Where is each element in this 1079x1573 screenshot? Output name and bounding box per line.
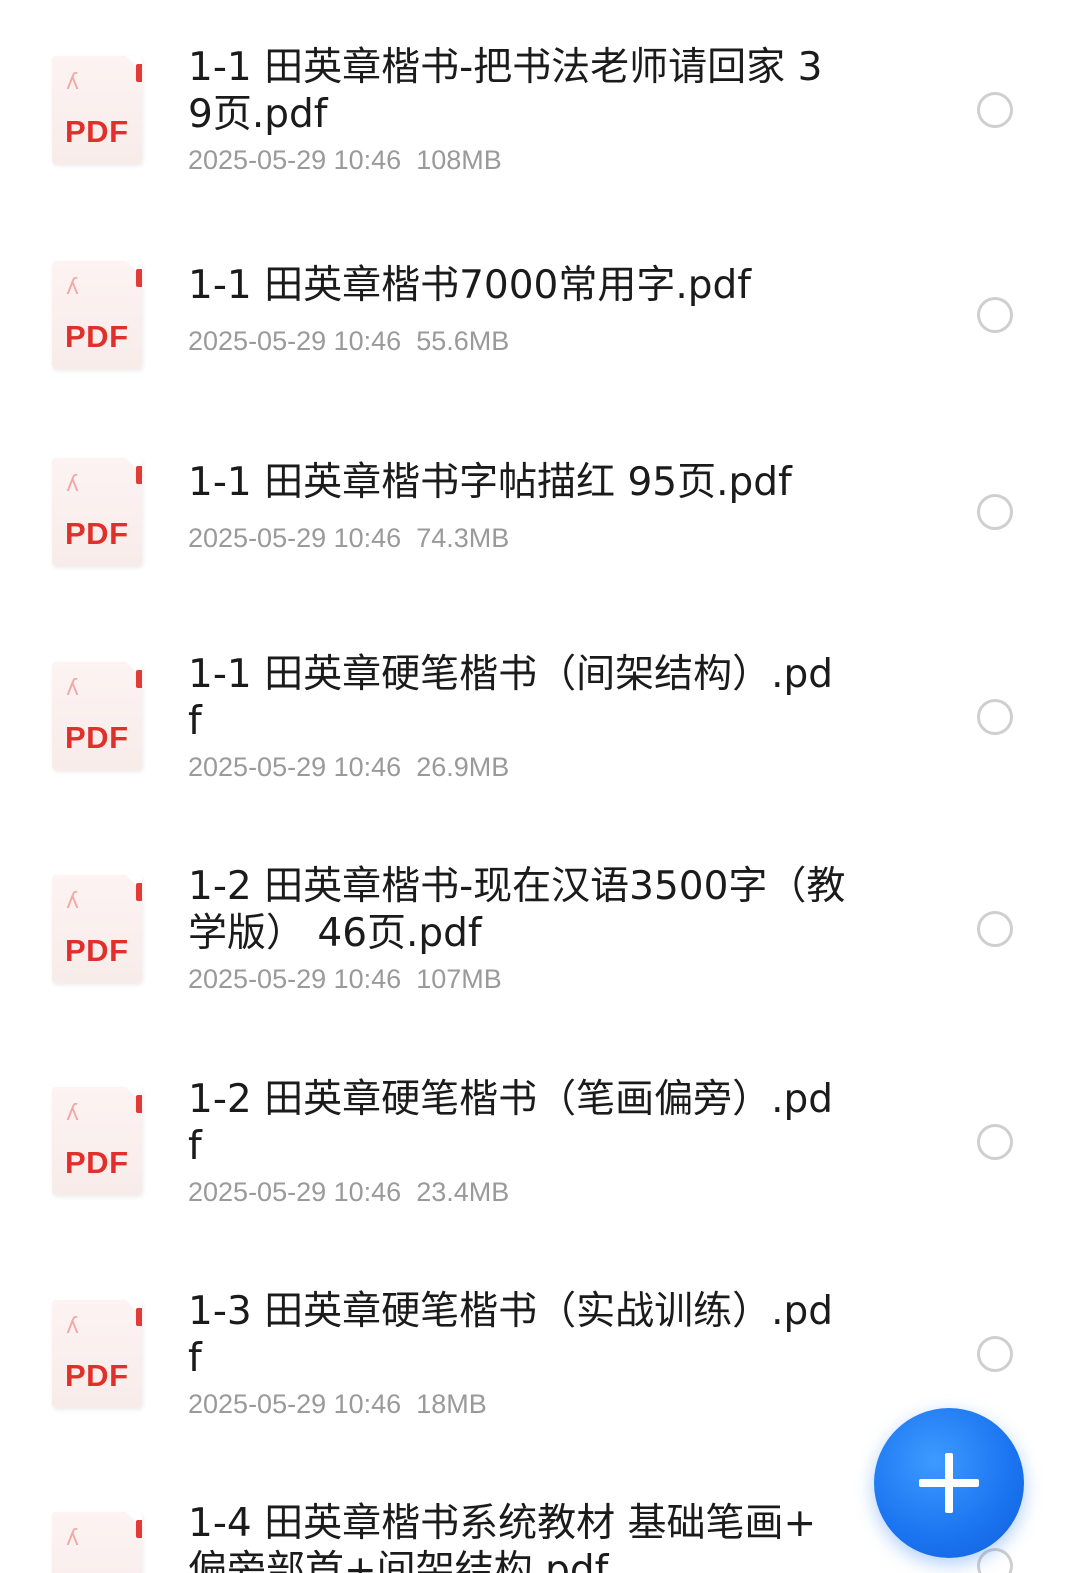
pdf-file-icon: ʎ PDF — [52, 56, 142, 164]
file-name: 1-1 田英章硬笔楷书（间架结构）.pd f — [188, 652, 834, 744]
file-size: 74.3MB — [416, 523, 510, 553]
selection-circle-icon[interactable] — [977, 911, 1013, 947]
add-button[interactable] — [874, 1408, 1024, 1558]
pdf-file-icon: ʎ PDF — [52, 875, 142, 983]
selection-circle-icon[interactable] — [977, 297, 1013, 333]
file-name: 1-4 田英章楷书系统教材 基础笔画+ 偏旁部首+间架结构.pdf — [188, 1501, 817, 1573]
file-list: ʎ PDF 1-1 田英章楷书-把书法老师请回家 3 9页.pdf 2025-0… — [0, 0, 1079, 1573]
file-meta: 2025-05-29 10:46 18MB — [188, 1389, 487, 1420]
file-name: 1-1 田英章楷书字帖描红 95页.pdf — [188, 460, 792, 505]
selection-circle-icon[interactable] — [977, 1124, 1013, 1160]
file-size: 107MB — [416, 964, 502, 994]
file-name: 1-2 田英章楷书-现在汉语3500字（教 学版） 46页.pdf — [188, 864, 846, 956]
pdf-file-icon: ʎ PDF — [52, 1512, 142, 1573]
file-meta: 2025-05-29 10:46 74.3MB — [188, 523, 509, 554]
file-meta: 2025-05-29 10:46 23.4MB — [188, 1177, 509, 1208]
file-name: 1-1 田英章楷书7000常用字.pdf — [188, 263, 751, 308]
pdf-icon-label: PDF — [65, 114, 129, 149]
file-date: 2025-05-29 10:46 — [188, 752, 402, 782]
selection-circle-icon[interactable] — [977, 1336, 1013, 1372]
selection-circle-icon[interactable] — [977, 1548, 1013, 1573]
file-date: 2025-05-29 10:46 — [188, 145, 402, 175]
selection-circle-icon[interactable] — [977, 699, 1013, 735]
pdf-icon-label: PDF — [65, 319, 129, 354]
pdf-icon-label: PDF — [65, 1145, 129, 1180]
selection-circle-icon[interactable] — [977, 494, 1013, 530]
selection-circle-icon[interactable] — [977, 92, 1013, 128]
file-size: 26.9MB — [416, 752, 510, 782]
pdf-icon-label: PDF — [65, 720, 129, 755]
pdf-icon-label: PDF — [65, 1358, 129, 1393]
file-meta: 2025-05-29 10:46 55.6MB — [188, 326, 509, 357]
pdf-icon-label: PDF — [65, 516, 129, 551]
file-date: 2025-05-29 10:46 — [188, 326, 402, 356]
file-name: 1-3 田英章硬笔楷书（实战训练）.pd f — [188, 1289, 834, 1381]
file-size: 18MB — [416, 1389, 487, 1419]
file-meta: 2025-05-29 10:46 108MB — [188, 145, 502, 176]
file-meta: 2025-05-29 10:46 107MB — [188, 964, 502, 995]
file-name: 1-1 田英章楷书-把书法老师请回家 3 9页.pdf — [188, 45, 823, 137]
file-date: 2025-05-29 10:46 — [188, 523, 402, 553]
pdf-file-icon: ʎ PDF — [52, 662, 142, 770]
pdf-icon-label: PDF — [65, 933, 129, 968]
file-meta: 2025-05-29 10:46 26.9MB — [188, 752, 509, 783]
file-date: 2025-05-29 10:46 — [188, 1389, 402, 1419]
file-name: 1-2 田英章硬笔楷书（笔画偏旁）.pd f — [188, 1077, 834, 1169]
pdf-file-icon: ʎ PDF — [52, 261, 142, 369]
file-size: 108MB — [416, 145, 502, 175]
file-date: 2025-05-29 10:46 — [188, 964, 402, 994]
file-size: 23.4MB — [416, 1177, 510, 1207]
pdf-file-icon: ʎ PDF — [52, 1300, 142, 1408]
file-size: 55.6MB — [416, 326, 510, 356]
pdf-file-icon: ʎ PDF — [52, 458, 142, 566]
file-date: 2025-05-29 10:46 — [188, 1177, 402, 1207]
pdf-file-icon: ʎ PDF — [52, 1087, 142, 1195]
